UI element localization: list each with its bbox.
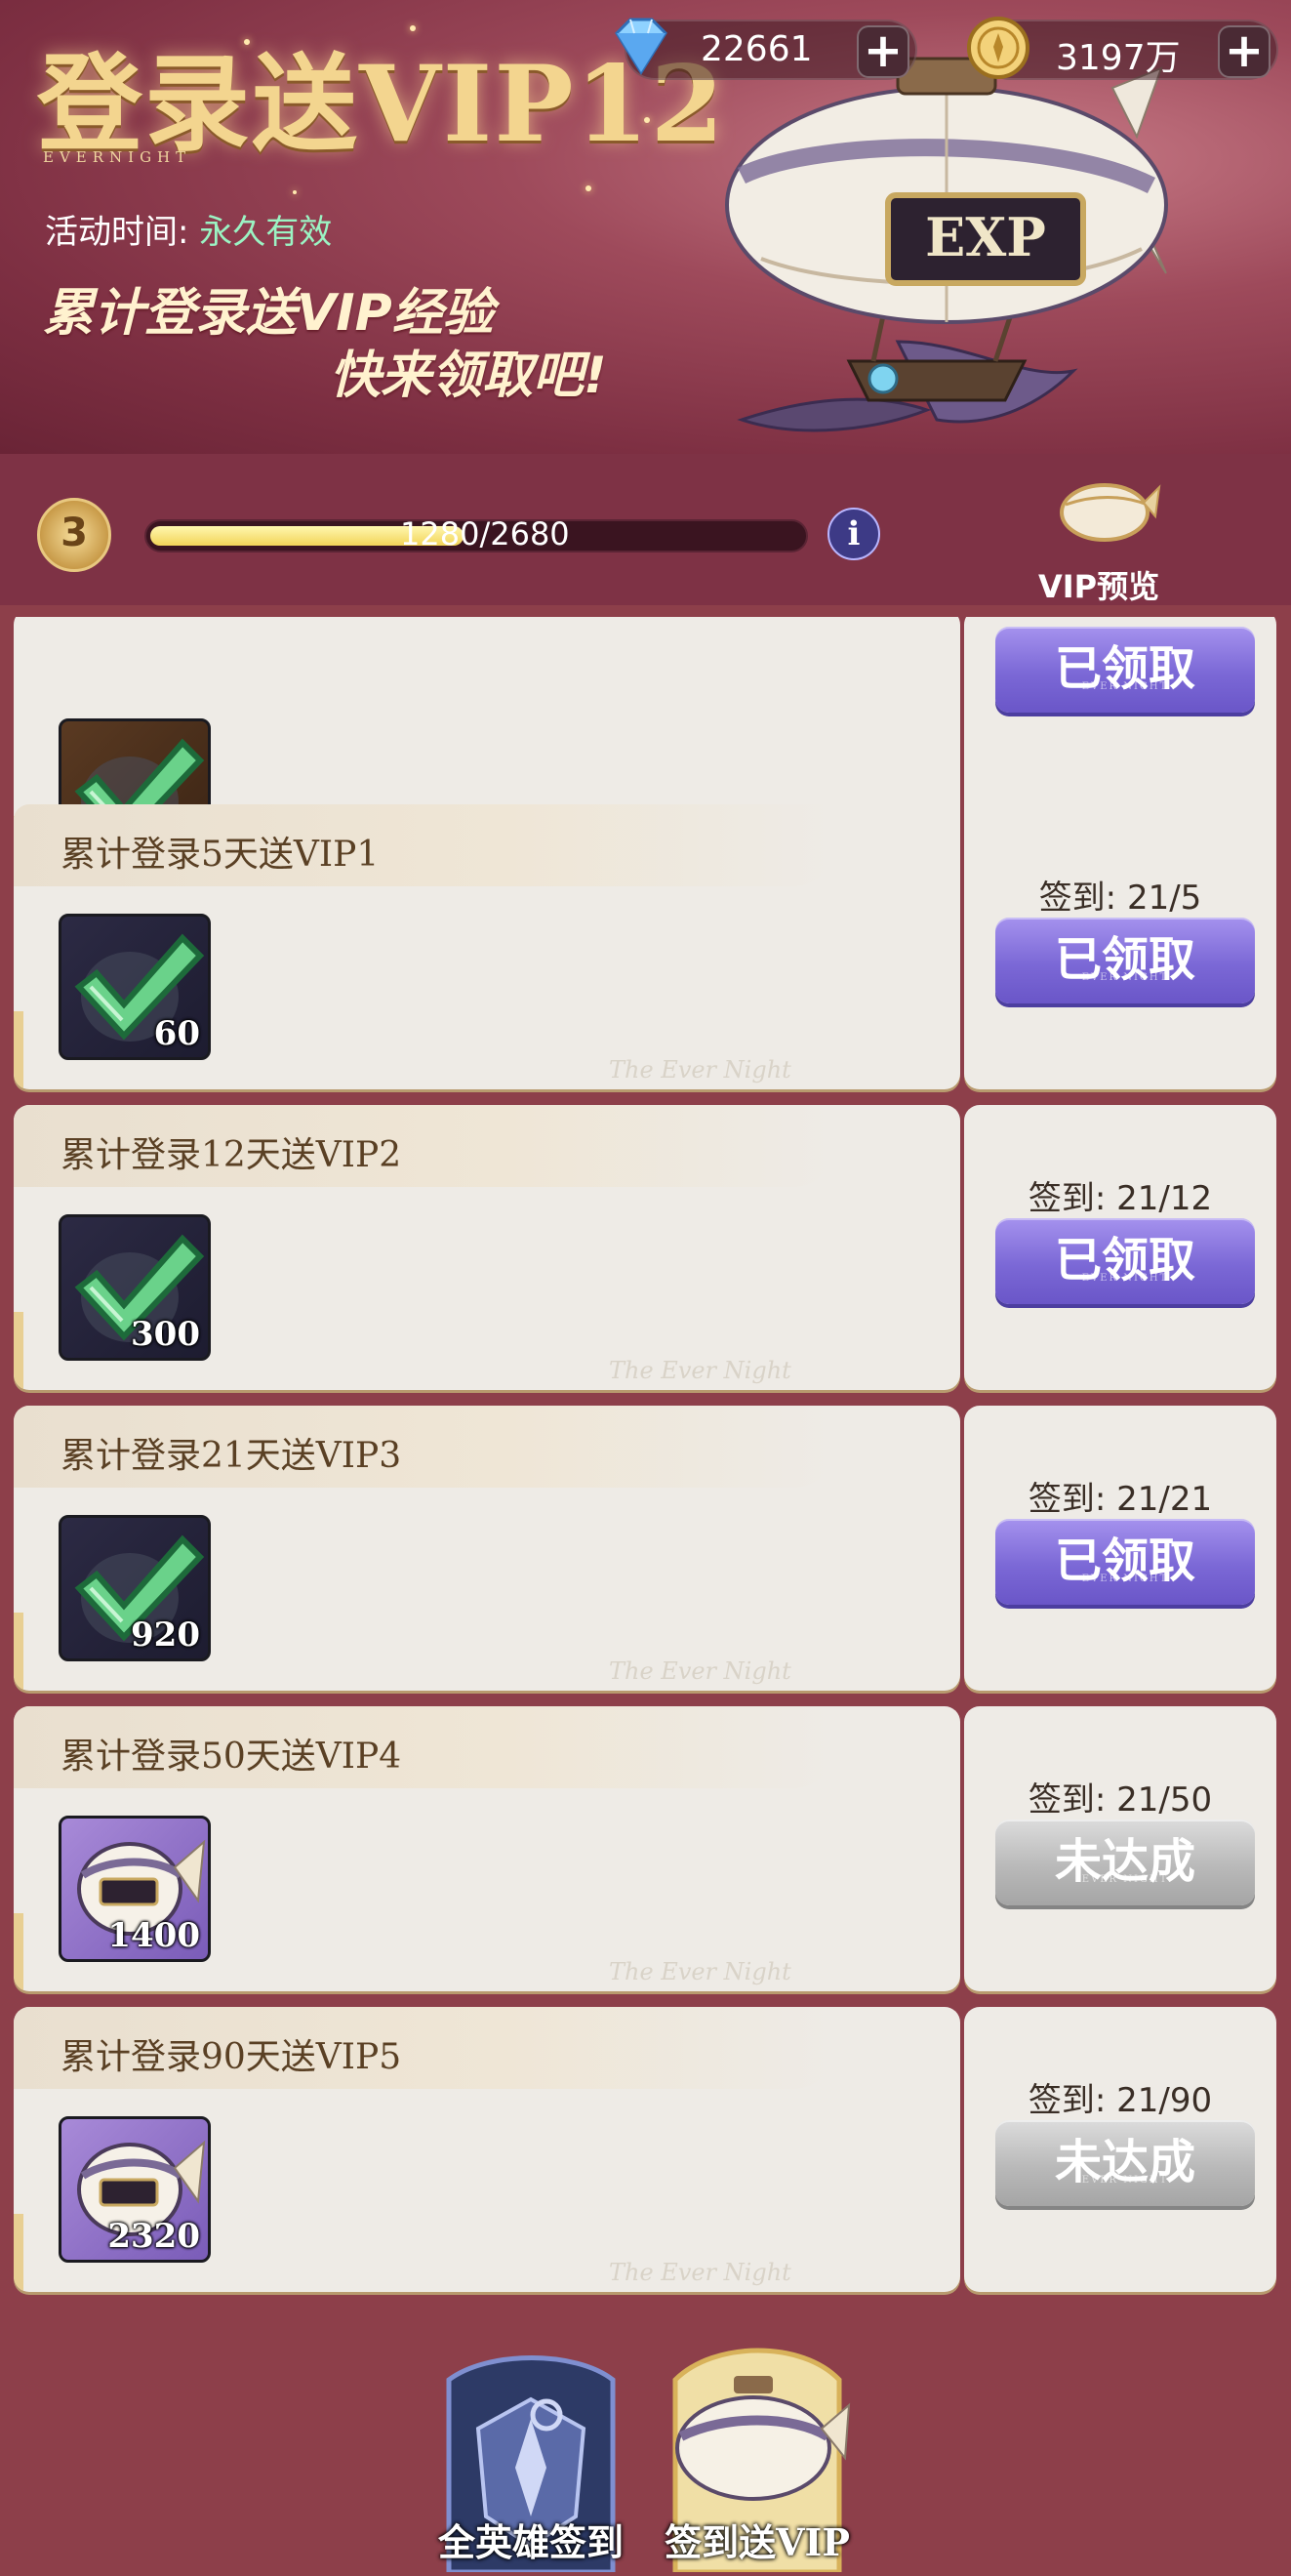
reward-item[interactable]: 2320	[59, 2116, 211, 2263]
add-gold-button[interactable]: +	[1218, 25, 1271, 78]
claimed-button[interactable]: 已领取 EVER NIGHT	[995, 918, 1255, 1003]
reward-card: 累计登录21天送VIP3 920 The Ever Night	[14, 1406, 960, 1691]
checkin-count: 签到: 21/50	[1028, 1780, 1213, 1820]
reward-status-panel: 签到: 21/5 已领取 EVER NIGHT	[964, 804, 1276, 1089]
reward-card: 累计登录90天送VIP5 2320 The Ever Night	[14, 2007, 960, 2292]
vip-preview-button[interactable]: VIP预览	[1038, 562, 1159, 607]
reward-title: 累计登录21天送VIP3	[61, 1436, 402, 1476]
card-header: 累计登录21天送VIP3	[14, 1406, 833, 1488]
card-watermark: The Ever Night	[609, 2259, 791, 2286]
checkin-count: 签到: 21/21	[1028, 1480, 1213, 1519]
card-header: 累计登录12天送VIP2	[14, 1105, 833, 1187]
reward-quantity: 920	[131, 1615, 200, 1655]
gold-coin-icon	[967, 17, 1029, 79]
reward-item[interactable]: 60	[59, 914, 211, 1060]
reward-status-panel: 签到: 21/12 已领取 EVER NIGHT	[964, 1105, 1276, 1390]
reward-quantity: 1400	[107, 1916, 200, 1955]
card-edge	[14, 1011, 23, 1089]
info-button[interactable]: i	[827, 508, 880, 560]
button-watermark: EVER NIGHT	[1081, 2175, 1169, 2186]
card-watermark: The Ever Night	[609, 1056, 791, 1084]
reward-status-panel: 签到: 21/21 已领取 EVER NIGHT	[964, 1406, 1276, 1691]
card-watermark: The Ever Night	[609, 1357, 791, 1384]
not-reached-button[interactable]: 未达成 EVER NIGHT	[995, 2120, 1255, 2206]
checkin-count: 签到: 21/5	[1038, 879, 1202, 918]
reward-quantity: 300	[131, 1315, 200, 1354]
reward-title: 累计登录5天送VIP1	[61, 835, 380, 875]
reward-list[interactable]: The Ever Night 已领取EVER NIGHT 累计登录5天送VIP1 60…	[0, 617, 1291, 2296]
tab-checkin-vip[interactable]: 签到送VIP	[656, 2321, 859, 2575]
tab-label: 签到送VIP	[665, 2520, 850, 2564]
reward-status-panel: 签到: 21/90 未达成 EVER NIGHT	[964, 2007, 1276, 2292]
diamond-amount: 22661	[701, 29, 813, 69]
vip-level-badge: 3	[37, 498, 111, 572]
card-header: 累计登录5天送VIP1	[14, 804, 833, 886]
vip-progress-text: 1280/2680	[400, 515, 570, 552]
reward-title: 累计登录12天送VIP2	[61, 1135, 402, 1175]
vip-preview-airship-icon[interactable]	[1054, 473, 1161, 552]
card-header: 累计登录90天送VIP5	[14, 2007, 833, 2089]
reward-card: 累计登录50天送VIP4 1400 The Ever Night	[14, 1706, 960, 1991]
slogan-line-2: 快来领取吧!	[330, 347, 607, 405]
reward-quantity: 2320	[107, 2217, 200, 2256]
diamond-icon	[615, 18, 667, 75]
reward-title: 累计登录90天送VIP5	[61, 2037, 402, 2077]
reward-card: 累计登录12天送VIP2 300 The Ever Night	[14, 1105, 960, 1390]
button-watermark: EVER NIGHT	[1081, 681, 1169, 692]
tab-label: 全英雄签到	[437, 2520, 624, 2564]
claimed-button[interactable]: 已领取 EVER NIGHT	[995, 627, 1255, 713]
reward-quantity: 60	[153, 1014, 200, 1053]
reward-title: 累计登录50天送VIP4	[61, 1737, 402, 1777]
not-reached-button[interactable]: 未达成 EVER NIGHT	[995, 1820, 1255, 1905]
activity-time: 活动时间: 永久有效	[45, 205, 332, 253]
button-watermark: EVER NIGHT	[1081, 1874, 1169, 1885]
reward-item[interactable]: 1400	[59, 1816, 211, 1962]
card-watermark: The Ever Night	[609, 1657, 791, 1685]
reward-item[interactable]: 920	[59, 1515, 211, 1661]
activity-time-label: 活动时间:	[45, 213, 189, 252]
card-edge	[14, 1613, 23, 1691]
card-watermark: The Ever Night	[609, 1958, 791, 1985]
claimed-button[interactable]: 已领取 EVER NIGHT	[995, 1218, 1255, 1304]
reward-item[interactable]: 300	[59, 1214, 211, 1361]
gold-amount: 3197万	[1056, 38, 1181, 78]
button-watermark: EVER NIGHT	[1081, 1273, 1169, 1284]
checkin-count: 签到: 21/90	[1028, 2081, 1213, 2120]
checkin-count: 签到: 21/12	[1028, 1179, 1213, 1218]
bottom-tab-bar	[0, 2296, 1291, 2572]
card-edge	[14, 1913, 23, 1991]
reward-status-panel: 签到: 21/50 未达成 EVER NIGHT	[964, 1706, 1276, 1991]
card-edge	[14, 1312, 23, 1390]
card-edge	[14, 2214, 23, 2292]
activity-time-value: 永久有效	[199, 213, 333, 252]
button-watermark: EVER NIGHT	[1081, 1574, 1169, 1584]
button-watermark: EVER NIGHT	[1081, 972, 1169, 983]
airship-illustration: EXP	[725, 57, 1168, 432]
card-header: 累计登录50天送VIP4	[14, 1706, 833, 1788]
claimed-button[interactable]: 已领取 EVER NIGHT	[995, 1519, 1255, 1605]
add-diamond-button[interactable]: +	[857, 25, 909, 78]
event-subtitle: EVERNIGHT	[43, 148, 192, 166]
tab-all-heroes-checkin[interactable]: 全英雄签到	[429, 2321, 632, 2575]
reward-card: 累计登录5天送VIP1 60 The Ever Night	[14, 804, 960, 1089]
airship-exp-label: EXP	[925, 206, 1046, 268]
